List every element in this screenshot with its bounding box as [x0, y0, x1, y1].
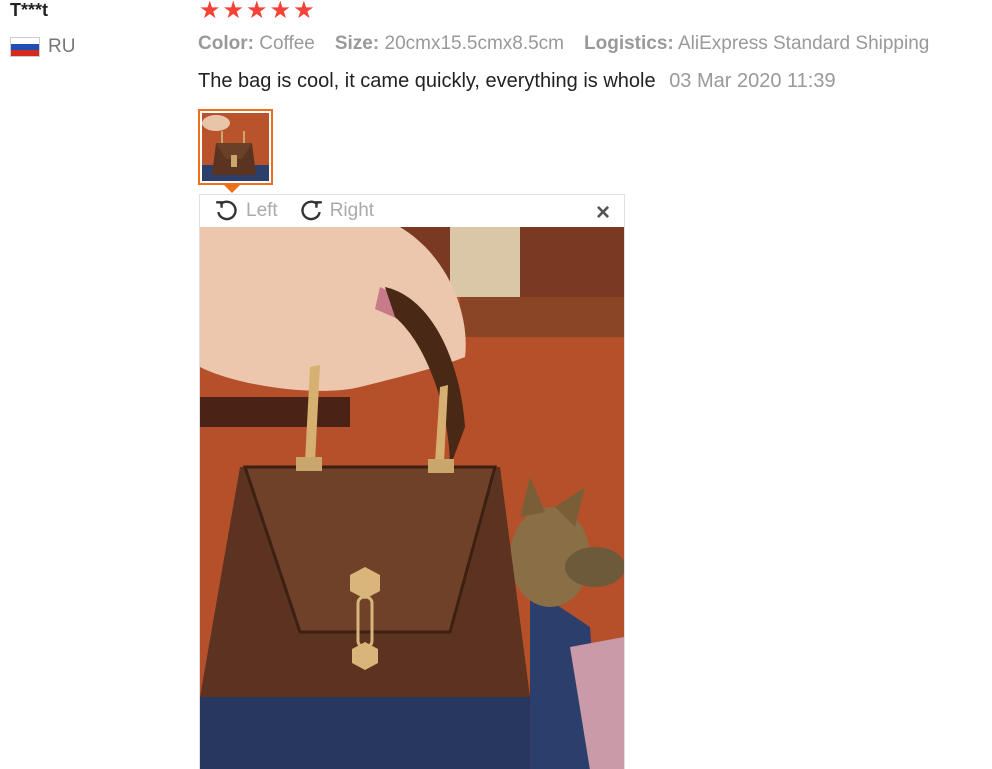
rotate-right-icon [301, 200, 322, 221]
star-icon: ★ [293, 0, 315, 24]
country-code: RU [48, 36, 76, 57]
rotate-left-icon [216, 200, 237, 221]
reviewer-country: RU [10, 36, 75, 58]
thumbnail-image [202, 113, 269, 181]
color-value: Coffee [259, 33, 315, 54]
star-icon: ★ [246, 0, 268, 24]
star-icon: ★ [269, 0, 292, 24]
order-meta: Color: Coffee Size: 20cmx15.5cmx8.5cm Lo… [198, 33, 929, 55]
rotate-right-label: Right [329, 200, 375, 221]
review-body: The bag is cool, it came quickly, everyt… [198, 70, 836, 93]
logistics-info: Logistics: AliExpress Standard Shipping [584, 33, 929, 55]
color-label: Color: [198, 33, 254, 54]
star-rating: ★ ★ ★ ★ ★ [199, 0, 315, 24]
logistics-value: AliExpress Standard Shipping [677, 33, 930, 54]
size-info: Size: 20cmx15.5cmx8.5cm [335, 33, 564, 55]
review-photo-image [200, 227, 624, 769]
rotate-right-button[interactable]: Right [298, 198, 374, 224]
viewer-toolbar: Left Right × [200, 195, 624, 227]
color-info: Color: Coffee [198, 33, 315, 55]
rotate-left-label: Left [246, 200, 278, 221]
reviewer-name: T***t [10, 0, 49, 20]
thumbnail-pointer [224, 185, 240, 193]
logistics-label: Logistics: [584, 33, 674, 54]
russia-flag-icon [10, 37, 40, 57]
photo-viewer: Left Right × [199, 194, 625, 769]
review-date: 03 Mar 2020 11:39 [669, 70, 836, 92]
star-icon: ★ [199, 0, 221, 24]
rotate-left-button[interactable]: Left [214, 198, 278, 224]
size-value: 20cmx15.5cmx8.5cm [384, 33, 565, 54]
review-photo-thumbnail[interactable] [198, 109, 273, 185]
review-text: The bag is cool, it came quickly, everyt… [198, 70, 656, 92]
close-icon[interactable]: × [596, 199, 610, 227]
review-photo [200, 227, 624, 769]
size-label: Size: [334, 33, 380, 54]
star-icon: ★ [222, 0, 245, 24]
